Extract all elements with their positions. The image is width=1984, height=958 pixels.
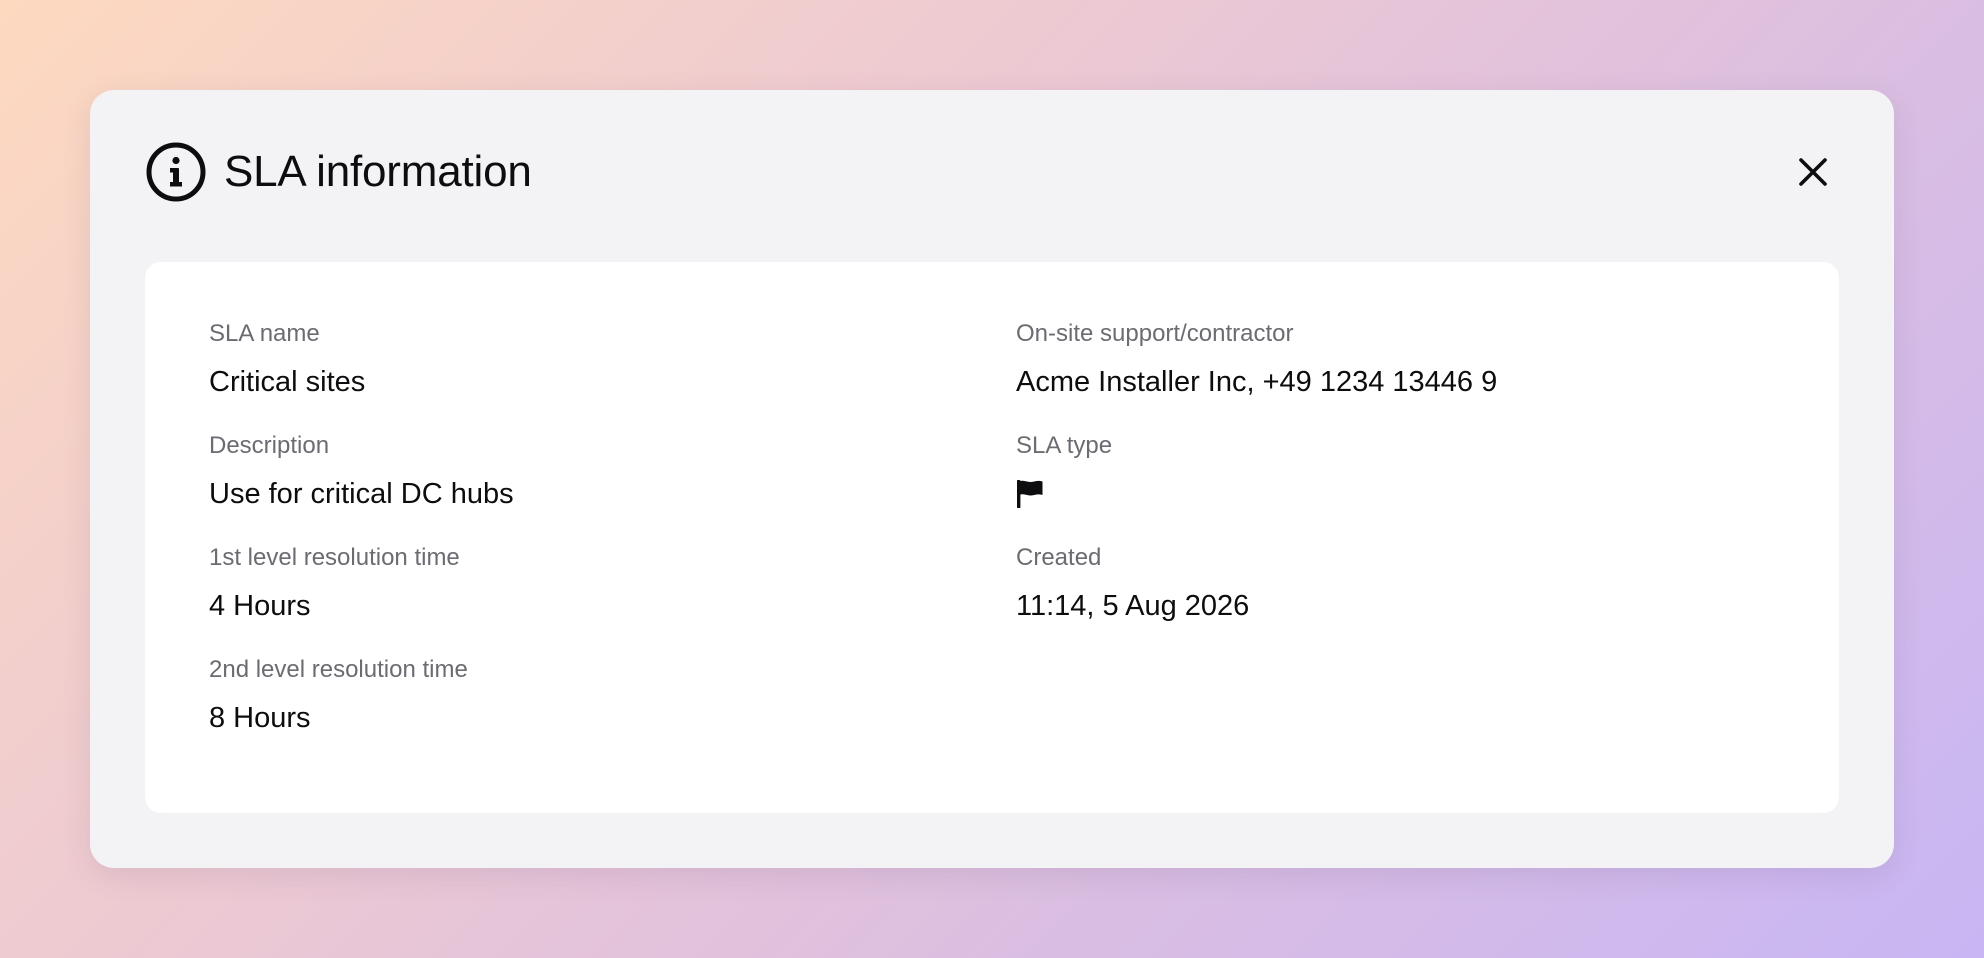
- field-second-level-resolution: 2nd level resolution time 8 Hours: [209, 654, 969, 766]
- field-sla-name: SLA name Critical sites: [209, 318, 969, 430]
- field-description: Description Use for critical DC hubs: [209, 430, 969, 542]
- sla-details-card: SLA name Critical sites Description Use …: [145, 262, 1839, 813]
- field-value: Acme Installer Inc, +49 1234 13446 9: [1016, 366, 1498, 398]
- flag-icon: [1016, 479, 1044, 509]
- sla-info-dialog: SLA information SLA name Critical sites …: [90, 90, 1894, 868]
- info-circle-icon: [145, 141, 207, 203]
- field-label: On-site support/contractor: [1016, 320, 1294, 347]
- details-column-right: On-site support/contractor Acme Installe…: [1016, 318, 1776, 654]
- field-value: Use for critical DC hubs: [209, 478, 514, 510]
- field-created: Created 11:14, 5 Aug 2026: [1016, 542, 1776, 654]
- field-value: Critical sites: [209, 366, 366, 398]
- dialog-header: SLA information: [145, 140, 1839, 204]
- field-first-level-resolution: 1st level resolution time 4 Hours: [209, 542, 969, 654]
- field-label: 2nd level resolution time: [209, 656, 468, 683]
- field-label: Created: [1016, 544, 1102, 571]
- field-label: 1st level resolution time: [209, 544, 460, 571]
- close-button[interactable]: [1787, 146, 1839, 198]
- close-icon: [1798, 157, 1828, 187]
- field-sla-type: SLA type: [1016, 430, 1776, 542]
- field-value: 8 Hours: [209, 702, 311, 734]
- details-column-left: SLA name Critical sites Description Use …: [209, 318, 969, 766]
- field-label: SLA type: [1016, 432, 1113, 459]
- field-value: 4 Hours: [209, 590, 311, 622]
- field-value: 11:14, 5 Aug 2026: [1016, 590, 1250, 622]
- field-label: Description: [209, 432, 330, 459]
- dialog-title: SLA information: [224, 147, 532, 196]
- field-label: SLA name: [209, 320, 320, 347]
- field-onsite-support: On-site support/contractor Acme Installe…: [1016, 318, 1776, 430]
